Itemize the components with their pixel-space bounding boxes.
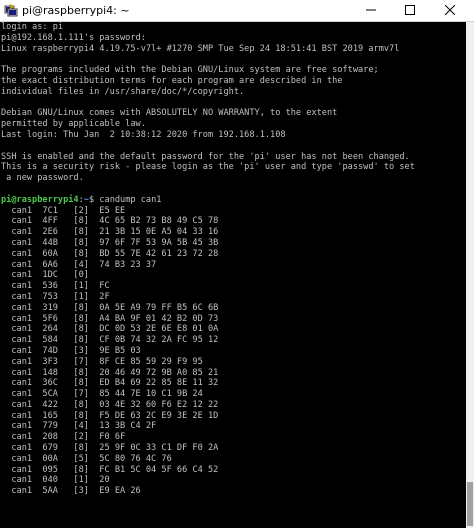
can-frame-line: can1 319 [8] 0A 5E A9 79 FF B5 6C 6B [1,302,219,313]
terminal-line: This is a security risk - please login a… [1,162,415,173]
can-frame-line: can1 584 [8] CF 0B 74 32 2A FC 95 12 [1,335,219,346]
terminal-line: pi@192.168.1.111's password: [1,32,146,43]
terminal-line: a new password. [1,173,84,184]
session-log: login as: pi pi@192.168.1.111's password:… [1,22,466,195]
can-frame-line: can1 3F3 [7] 8F CE 85 59 29 F9 95 [1,356,203,367]
can-frame-line: can1 779 [4] 13 3B C4 2F [1,421,157,432]
can-frame-line: can1 040 [1] 20 [1,475,110,486]
can-frame-line: can1 60A [8] BD 55 7E 42 61 23 72 28 [1,248,219,259]
can-frame-line: can1 5F6 [8] A4 BA 9F 01 42 B2 0D 73 [1,313,219,324]
typed-command: candump can1 [99,194,162,205]
can-frame-line: can1 148 [8] 20 46 49 72 9B A0 85 21 [1,367,219,378]
can-frame-line: can1 36C [8] ED B4 69 22 85 8E 11 32 [1,378,219,389]
putty-terminal-icon [4,3,18,17]
can-frame-line: can1 165 [8] F5 DE 63 2C E9 3E 2E 1D [1,410,219,421]
vertical-scrollbar[interactable] [466,22,474,528]
terminal-line: Linux raspberrypi4 4.19.75-v7l+ #1270 SM… [1,43,400,54]
terminal-line: The programs included with the Debian GN… [1,65,379,76]
can-frame-line: can1 44B [8] 97 6F 7F 53 9A 5B 45 3B [1,237,219,248]
can-frame-line: can1 095 [8] FC B1 5C 04 5F 66 C4 52 [1,464,219,475]
scrollbar-thumb[interactable] [467,482,473,526]
minimize-icon [366,2,376,20]
maximize-icon [405,2,415,20]
can-frame-line: can1 2E6 [8] 21 3B 15 0E A5 04 33 16 [1,227,219,238]
can-frame-line: can1 536 [1] FC [1,281,110,292]
can-frame-line: can1 422 [8] 03 4E 32 60 F6 E2 12 22 [1,399,219,410]
terminal-line: Last login: Thu Jan 2 10:38:12 2020 from… [1,129,286,140]
command-prompt-line: pi@raspberrypi4:~$ candump can1 [1,195,466,206]
terminal-line: Debian GNU/Linux comes with ABSOLUTELY N… [1,108,338,119]
window-title: pi@raspberrypi4: ~ [22,4,130,17]
candump-frames: can1 7C1 [2] E5 EE can1 4FF [8] 4C 65 B2… [1,206,466,498]
terminal-output[interactable]: login as: pi pi@192.168.1.111's password:… [0,22,466,528]
can-frame-line: can1 4FF [8] 4C 65 B2 73 B8 49 C5 78 [1,216,219,227]
terminal-line: the exact distribution terms for each pr… [1,75,343,86]
can-frame-line: can1 7C1 [2] E5 EE [1,205,126,216]
terminal-line: SSH is enabled and the default password … [1,151,410,162]
can-frame-line: can1 753 [1] 2F [1,291,110,302]
terminal-line: login as: pi [1,22,64,32]
can-frame-line: can1 208 [2] F0 6F [1,432,126,443]
minimize-button[interactable] [355,0,387,21]
can-frame-line: can1 00A [5] 5C 80 76 4C 76 [1,453,172,464]
title-bar[interactable]: pi@raspberrypi4: ~ [0,0,474,22]
can-frame-line: can1 679 [8] 25 9F 0C 33 C1 DF F0 2A [1,443,219,454]
can-frame-line: can1 6A6 [4] 74 B3 23 37 [1,259,157,270]
terminal-line: permitted by applicable law. [1,119,146,130]
terminal-window: pi@raspberrypi4: ~ login as: pi pi@192.16… [0,0,474,528]
can-frame-line: can1 5AA [3] E9 EA 26 [1,486,141,497]
can-frame-line: can1 264 [8] DC 0D 53 2E 6E E8 01 0A [1,324,219,335]
close-icon [444,2,456,20]
can-frame-line: can1 74D [3] 9E B5 03 [1,345,141,356]
prompt-user-host: pi@raspberrypi4 [1,194,79,205]
can-frame-line: can1 5CA [7] 85 44 7E 10 C1 9B 24 [1,389,203,400]
maximize-button[interactable] [394,0,426,21]
terminal-line: individual files in /usr/share/doc/*/cop… [1,86,245,97]
close-button[interactable] [434,0,466,21]
can-frame-line: can1 1DC [0] [1,270,89,281]
